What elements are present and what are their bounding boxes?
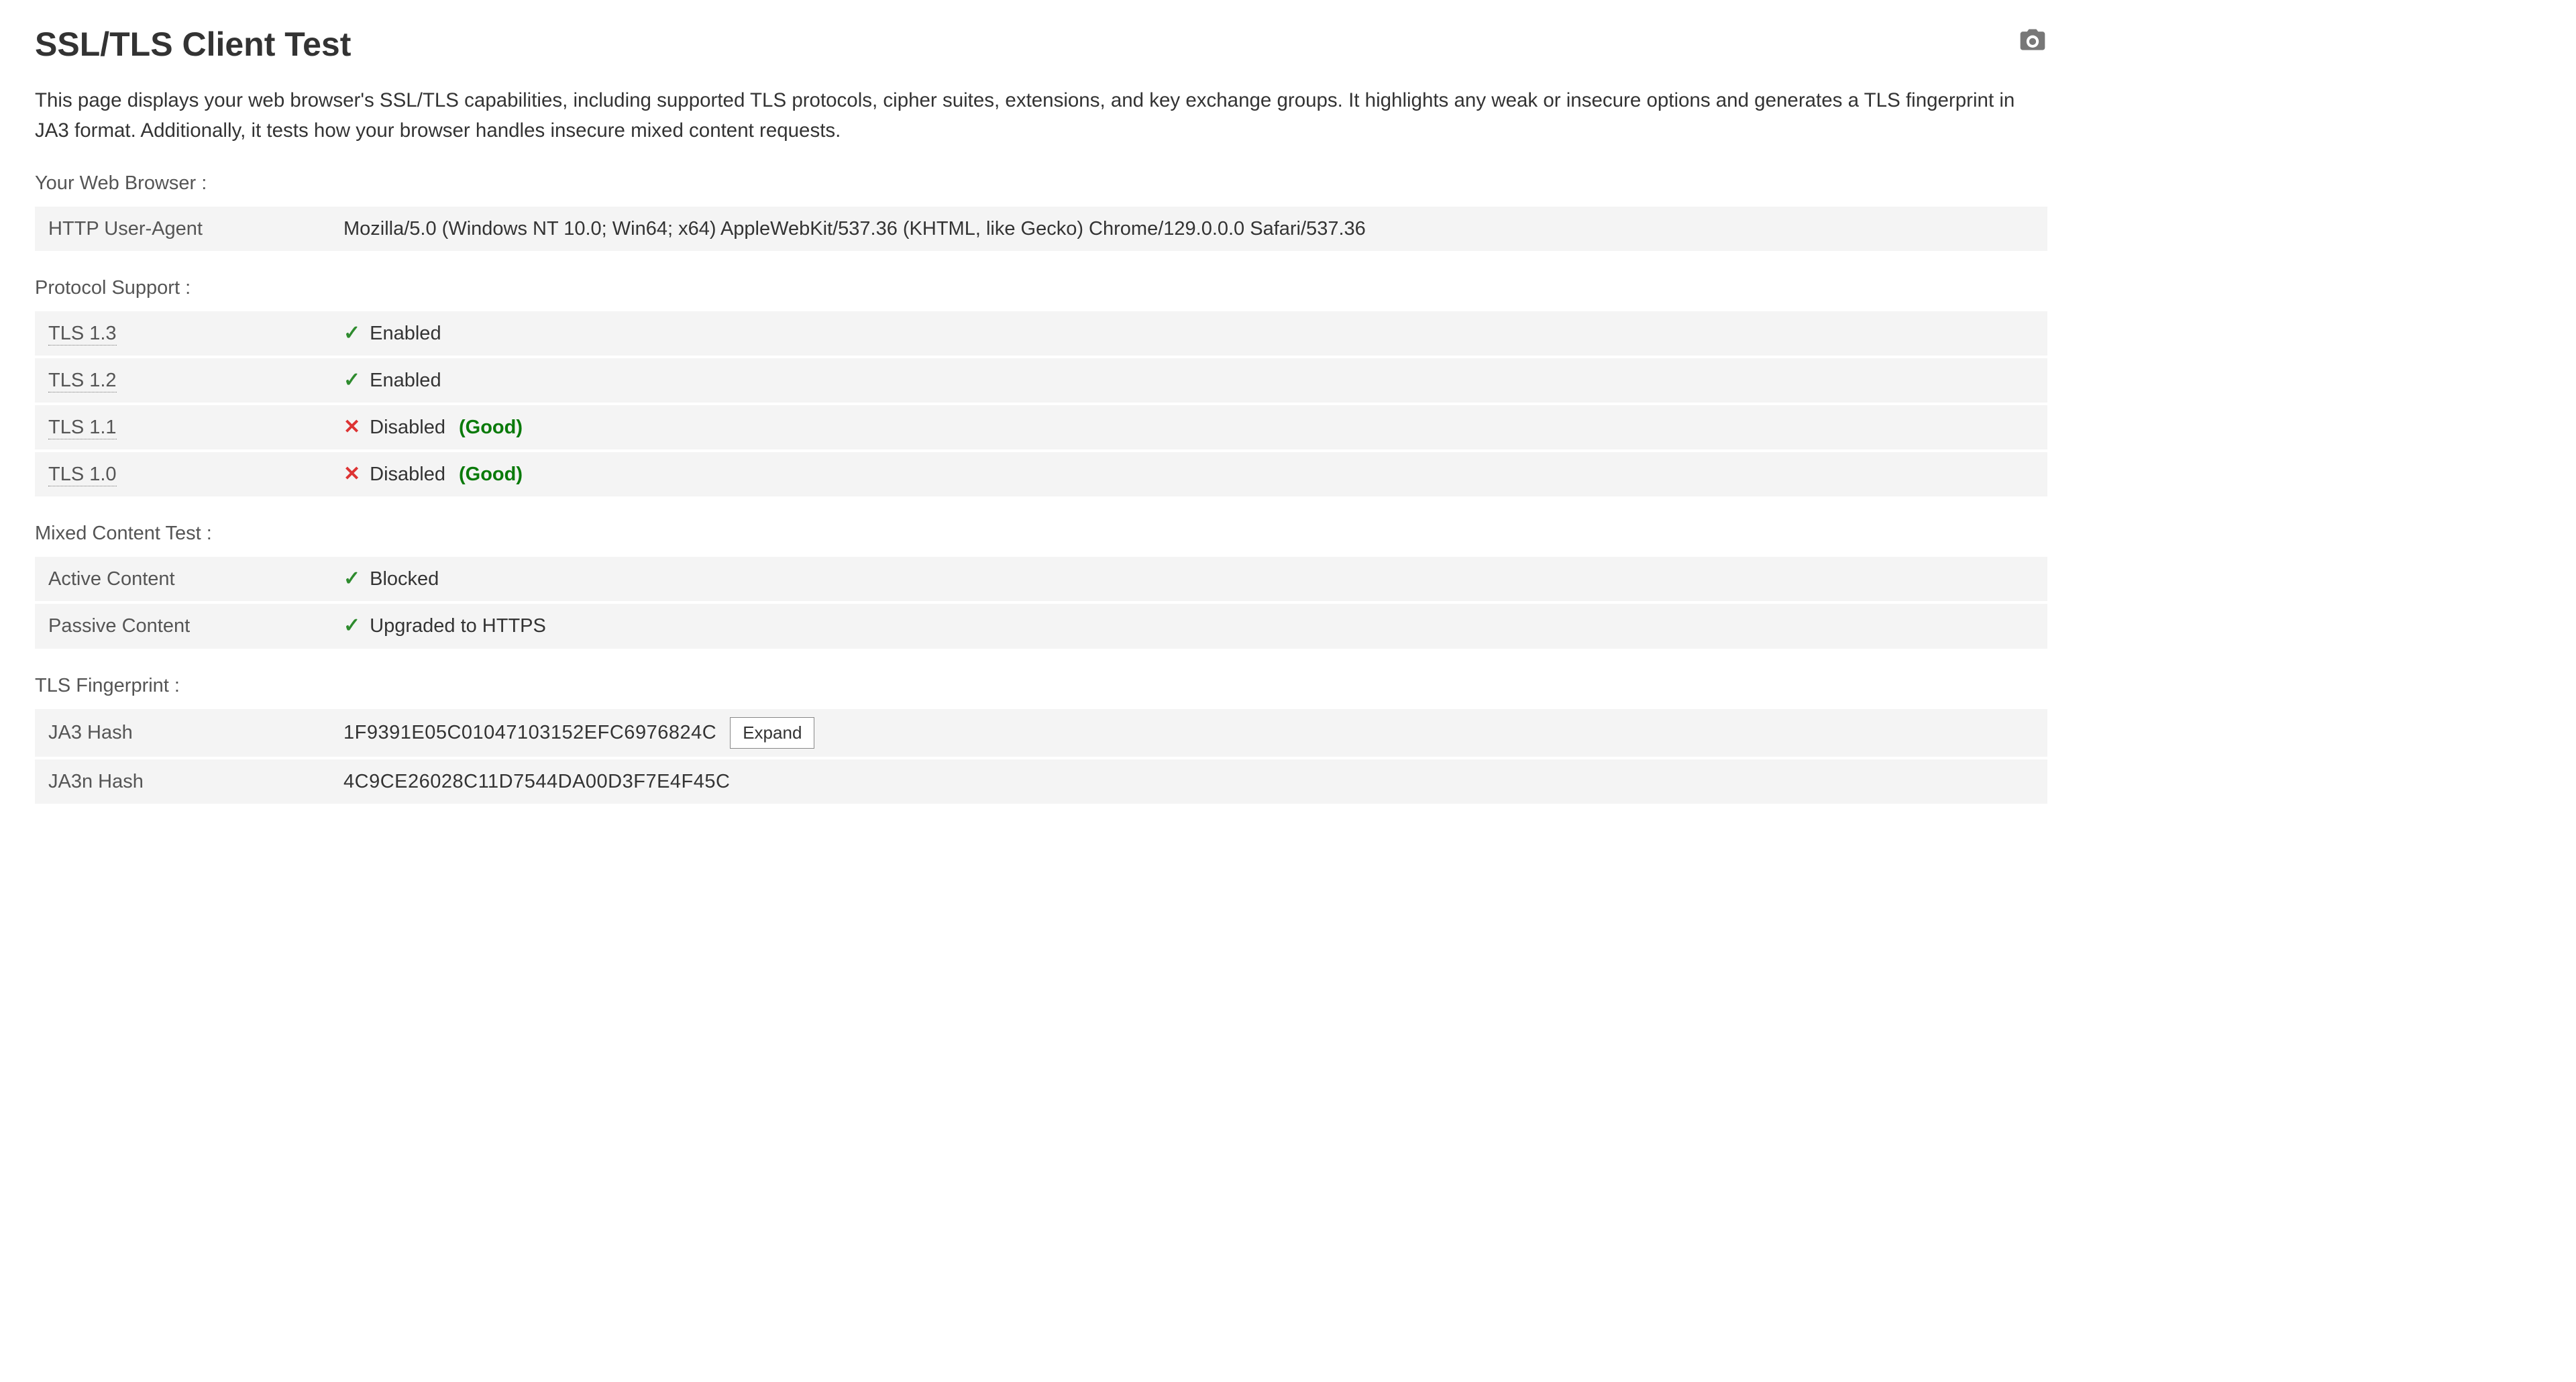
intro-text: This page displays your web browser's SS… (35, 85, 2047, 146)
status-good-badge: (Good) (459, 460, 523, 488)
mixed-passive-label: Passive Content (48, 615, 190, 637)
user-agent-value: Mozilla/5.0 (Windows NT 10.0; Win64; x64… (343, 218, 1366, 240)
fingerprint-table: JA3 Hash 1F9391E05C01047103152EFC6976824… (35, 709, 2047, 804)
row-value: ✕ Disabled (Good) (330, 404, 2047, 451)
protocol-table: TLS 1.3 ✓ Enabled TLS 1.2 ✓ Enabled (35, 311, 2047, 496)
table-row: JA3 Hash 1F9391E05C01047103152EFC6976824… (35, 709, 2047, 759)
status-text: Upgraded to HTTPS (370, 612, 546, 640)
table-row: JA3n Hash 4C9CE26028C11D7544DA00D3F7E4F4… (35, 758, 2047, 804)
check-icon: ✓ (343, 616, 360, 636)
row-key: TLS 1.2 (35, 357, 330, 404)
row-key: JA3 Hash (35, 709, 330, 759)
row-value: ✓ Enabled (330, 311, 2047, 357)
row-key: HTTP User-Agent (35, 207, 330, 251)
row-value: ✕ Disabled (Good) (330, 451, 2047, 496)
status-good-badge: (Good) (459, 413, 523, 441)
table-row: TLS 1.1 ✕ Disabled (Good) (35, 404, 2047, 451)
protocol-tls11-label[interactable]: TLS 1.1 (48, 417, 117, 439)
table-row: Passive Content ✓ Upgraded to HTTPS (35, 602, 2047, 648)
row-value: ✓ Enabled (330, 357, 2047, 404)
ja3n-label: JA3n Hash (48, 771, 144, 792)
cross-icon: ✕ (343, 464, 360, 484)
ja3-hash-value: 1F9391E05C01047103152EFC6976824C (343, 722, 716, 743)
status-text: Blocked (370, 565, 439, 593)
check-icon: ✓ (343, 370, 360, 390)
protocol-tls13-label[interactable]: TLS 1.3 (48, 323, 117, 346)
table-row: TLS 1.2 ✓ Enabled (35, 357, 2047, 404)
row-key-text: HTTP User-Agent (48, 218, 203, 240)
page-title: SSL/TLS Client Test (35, 20, 351, 69)
mixed-active-label: Active Content (48, 568, 175, 590)
section-label-mixed: Mixed Content Test : (35, 519, 2047, 547)
expand-button[interactable]: Expand (730, 717, 814, 749)
status-text: Enabled (370, 319, 441, 348)
protocol-tls12-label[interactable]: TLS 1.2 (48, 370, 117, 392)
status-text: Enabled (370, 366, 441, 394)
ja3-label: JA3 Hash (48, 722, 133, 743)
table-row: TLS 1.3 ✓ Enabled (35, 311, 2047, 357)
cross-icon: ✕ (343, 417, 360, 437)
status-text: Disabled (370, 460, 445, 488)
row-key: Active Content (35, 557, 330, 602)
page-root: SSL/TLS Client Test This page displays y… (0, 0, 2082, 824)
row-value: ✓ Blocked (330, 557, 2047, 602)
check-icon: ✓ (343, 323, 360, 343)
row-value: 1F9391E05C01047103152EFC6976824C Expand (330, 709, 2047, 759)
row-key: TLS 1.3 (35, 311, 330, 357)
table-row: Active Content ✓ Blocked (35, 557, 2047, 602)
row-key: TLS 1.0 (35, 451, 330, 496)
section-label-browser: Your Web Browser : (35, 169, 2047, 197)
row-key: TLS 1.1 (35, 404, 330, 451)
section-label-fingerprint: TLS Fingerprint : (35, 672, 2047, 700)
title-row: SSL/TLS Client Test (35, 20, 2047, 81)
table-row: HTTP User-Agent Mozilla/5.0 (Windows NT … (35, 207, 2047, 251)
section-label-protocol: Protocol Support : (35, 274, 2047, 302)
row-value: Mozilla/5.0 (Windows NT 10.0; Win64; x64… (330, 207, 2047, 251)
row-key: Passive Content (35, 602, 330, 648)
protocol-tls10-label[interactable]: TLS 1.0 (48, 464, 117, 486)
ja3n-hash-value: 4C9CE26028C11D7544DA00D3F7E4F45C (343, 771, 730, 792)
table-row: TLS 1.0 ✕ Disabled (Good) (35, 451, 2047, 496)
row-key: JA3n Hash (35, 758, 330, 804)
row-value: 4C9CE26028C11D7544DA00D3F7E4F45C (330, 758, 2047, 804)
status-text: Disabled (370, 413, 445, 441)
browser-table: HTTP User-Agent Mozilla/5.0 (Windows NT … (35, 207, 2047, 251)
mixed-table: Active Content ✓ Blocked Passive Content… (35, 557, 2047, 648)
camera-icon[interactable] (2018, 20, 2047, 55)
row-value: ✓ Upgraded to HTTPS (330, 602, 2047, 648)
check-icon: ✓ (343, 569, 360, 589)
